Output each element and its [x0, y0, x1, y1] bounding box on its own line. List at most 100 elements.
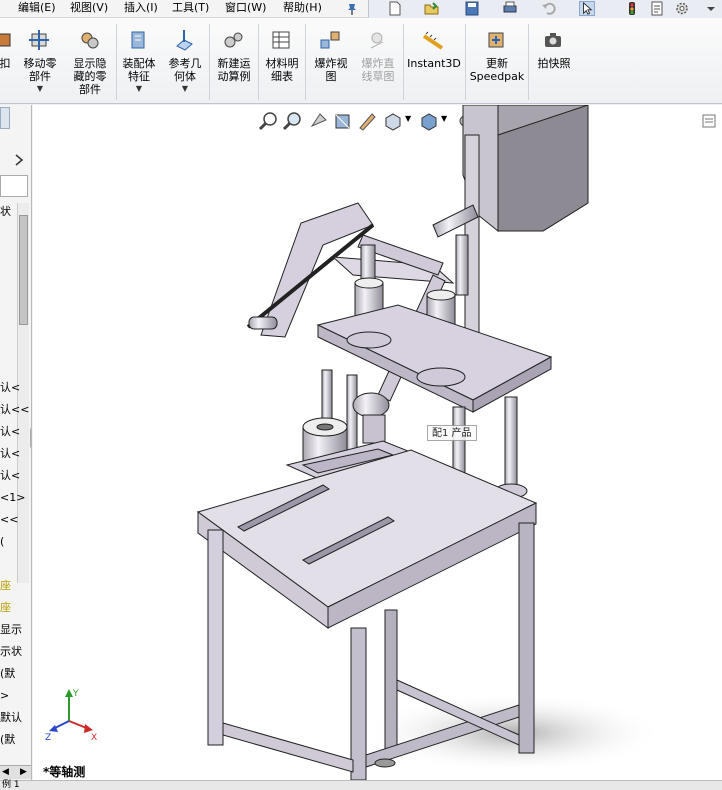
ribbon-separator [465, 24, 466, 100]
motion-study-icon [224, 32, 243, 48]
explode-line-sketch-icon [370, 32, 384, 49]
assembly-model[interactable] [33, 105, 722, 780]
tree-item[interactable]: <1> [0, 491, 25, 504]
file-properties-icon[interactable] [649, 1, 665, 16]
tree-item[interactable]: (默 [0, 667, 15, 680]
ribbon-label: 特征 [128, 70, 150, 83]
move-component-icon [29, 30, 49, 50]
qat-overflow-icon[interactable] [703, 1, 719, 16]
ribbon-separator [258, 24, 259, 100]
mate-icon [0, 33, 11, 47]
tree-item[interactable]: 认< [0, 381, 20, 394]
tree-item[interactable]: 认< [0, 425, 20, 438]
exploded-view-button[interactable]: 爆炸视 图 [309, 28, 353, 83]
camera-icon [545, 33, 561, 47]
ribbon-label: 爆炸直 [361, 57, 395, 70]
panel-splitter-handle[interactable] [30, 427, 31, 449]
dropdown-arrow-icon[interactable]: ▼ [18, 85, 62, 93]
ribbon-label: 细表 [271, 70, 293, 83]
tree-item[interactable]: 认< [0, 447, 20, 460]
menu-bar: 编辑(E) 视图(V) 插入(I) 工具(T) 窗口(W) 帮助(H) [0, 0, 722, 18]
move-component-button[interactable]: 移动零 部件 ▼ [18, 28, 62, 93]
select-pointer-icon[interactable] [579, 1, 595, 16]
menu-help[interactable]: 帮助(H) [283, 1, 322, 15]
tree-item[interactable]: 默认 [0, 711, 22, 724]
menu-insert[interactable]: 插入(I) [124, 1, 158, 15]
save-icon[interactable] [464, 1, 480, 16]
tree-item[interactable]: 示状 [0, 645, 22, 658]
ribbon-separator [116, 24, 117, 100]
ribbon-label: 扣 [0, 57, 11, 70]
ribbon-label: 显示隐 [73, 57, 107, 70]
exploded-view-icon [320, 31, 340, 49]
reference-geometry-button[interactable]: 参考几 何体 ▼ [164, 28, 206, 93]
ribbon-label: 何体 [174, 70, 196, 83]
ribbon-label: 新建运 [217, 57, 251, 70]
command-manager-ribbon: 扣 移动零 部件 ▼ 显示隐 藏的零 部件 装配体 特征 ▼ 参考几 何体 ▼ … [0, 18, 722, 104]
menu-edit[interactable]: 编辑(E) [18, 1, 56, 15]
tree-item[interactable]: 认<< [0, 403, 29, 416]
assembly-features-button[interactable]: 装配体 特征 ▼ [118, 28, 160, 93]
triad-y-label: Y [72, 689, 79, 699]
filter-box[interactable] [0, 175, 28, 197]
dropdown-arrow-icon[interactable]: ▼ [118, 85, 160, 93]
tree-item[interactable]: 状 [0, 205, 11, 218]
instant3d-button[interactable]: Instant3D [406, 28, 462, 70]
status-text: 例 1 [2, 780, 20, 790]
ribbon-separator [528, 24, 529, 100]
show-hidden-components-button[interactable]: 显示隐 藏的零 部件 [67, 28, 113, 96]
ribbon-label: 部件 [29, 70, 51, 83]
open-folder-icon[interactable] [424, 1, 440, 16]
ribbon-label: 爆炸视 [314, 57, 348, 70]
speedpak-icon [488, 32, 504, 48]
status-bar: 例 1 [0, 780, 722, 790]
tree-horizontal-scrollbar[interactable]: ◀ ▶ [0, 765, 31, 779]
undo-icon[interactable] [541, 1, 557, 16]
tree-item[interactable]: > [0, 689, 9, 702]
ribbon-label: 动算例 [217, 70, 251, 83]
tree-item[interactable]: 显示 [0, 623, 22, 636]
ribbon-label: 图 [325, 70, 337, 83]
feature-manager-panel: 状 认< 认<< 认< 认< 认< <1> << ( 座 座 显示 示状 (默 … [0, 105, 32, 780]
tree-item[interactable]: 座 [0, 601, 11, 614]
tree-item[interactable]: << [0, 513, 18, 526]
tree-item[interactable]: 座 [0, 579, 11, 592]
ribbon-label: 材料明 [265, 57, 299, 70]
ribbon-separator [305, 24, 306, 100]
bill-of-materials-button[interactable]: 材料明 细表 [262, 28, 302, 83]
triad-z-label: Z [45, 733, 51, 743]
ribbon-button-partial[interactable]: 扣 [0, 28, 14, 70]
ribbon-label: 部件 [79, 83, 101, 96]
chevron-right-icon[interactable] [13, 153, 25, 167]
panel-tab[interactable] [0, 107, 10, 129]
tree-item[interactable]: 认< [0, 469, 20, 482]
dropdown-arrow-icon[interactable]: ▼ [164, 85, 206, 93]
tree-item[interactable]: (默 [0, 733, 15, 746]
show-hidden-components-icon [81, 32, 99, 49]
triad-x-label: X [91, 733, 97, 743]
tree-item[interactable]: ( [0, 535, 4, 548]
bill-of-materials-icon [272, 31, 290, 49]
menu-tools[interactable]: 工具(T) [172, 1, 209, 15]
ribbon-label: 线草图 [361, 70, 395, 83]
menu-window[interactable]: 窗口(W) [225, 1, 266, 15]
ribbon-label: 拍快照 [537, 57, 571, 70]
update-speedpak-button[interactable]: 更新 Speedpak [468, 28, 526, 83]
new-motion-study-button[interactable]: 新建运 动算例 [212, 28, 256, 83]
ribbon-label: Speedpak [469, 70, 525, 83]
menu-view[interactable]: 视图(V) [70, 1, 108, 15]
new-document-icon[interactable] [387, 1, 403, 16]
reference-triad: Y X Z [45, 689, 97, 743]
ribbon-separator [403, 24, 404, 100]
ribbon-label: 参考几 [168, 57, 202, 70]
quick-access-toolbar [368, 0, 722, 18]
graphics-area[interactable]: ▼ ▼ ▼ ▼ [33, 105, 722, 780]
rebuild-traffic-light-icon[interactable] [624, 1, 640, 16]
pin-icon[interactable] [345, 2, 359, 16]
options-gear-icon[interactable] [674, 1, 690, 16]
component-hover-tooltip: 配1 产品 [427, 425, 477, 441]
take-snapshot-button[interactable]: 拍快照 [532, 28, 576, 70]
print-icon[interactable] [502, 1, 518, 16]
ribbon-label: 藏的零 [73, 70, 107, 83]
explode-line-sketch-button: 爆炸直 线草图 [356, 28, 400, 83]
